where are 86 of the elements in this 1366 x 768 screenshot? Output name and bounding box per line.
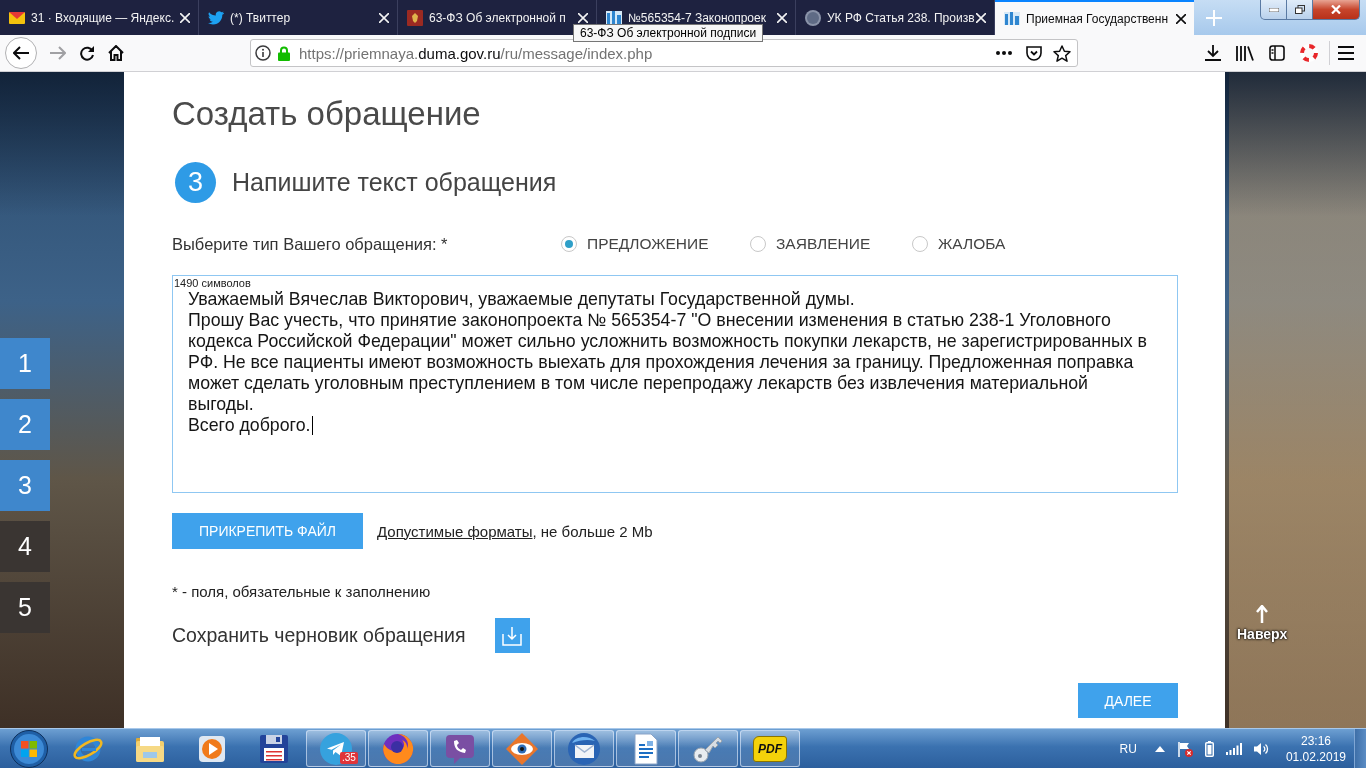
battery-icon[interactable] — [1204, 740, 1214, 757]
radio-label[interactable]: ПРЕДЛОЖЕНИЕ — [587, 231, 709, 257]
size-limit-note: , не больше 2 Mb — [532, 522, 653, 540]
shield-chevron-icon[interactable] — [1026, 45, 1042, 61]
clock-time[interactable]: 23:16 — [1300, 732, 1331, 749]
bird-icon — [208, 10, 224, 25]
step-tab[interactable]: 2 — [0, 399, 50, 450]
restore-icon — [1294, 5, 1305, 14]
library-icon[interactable] — [1236, 45, 1254, 61]
unread-count: .35 — [340, 752, 358, 764]
star-icon[interactable] — [1053, 44, 1071, 62]
browser-tab[interactable]: (*) Твиттер — [199, 0, 398, 35]
text-cursor-icon — [311, 416, 313, 435]
step-tab[interactable]: 3 — [0, 460, 50, 511]
close-icon — [1331, 5, 1341, 14]
flame-globe-icon — [382, 732, 414, 765]
save-draft-button[interactable] — [494, 618, 530, 653]
arrow-up-icon — [1256, 605, 1269, 623]
taskbar-button[interactable] — [616, 730, 676, 767]
formats-link[interactable]: Допустимые форматы — [377, 522, 533, 540]
sidebar-icon[interactable] — [1269, 45, 1285, 61]
taskbar-button[interactable]: PDF — [740, 730, 800, 767]
envelope-icon — [568, 732, 600, 765]
required-note: * - поля, обязательные к заполнению — [172, 582, 432, 602]
more-icon[interactable] — [996, 51, 1012, 55]
arrow-left-icon — [13, 46, 29, 60]
pdf-logo: PDF — [753, 735, 787, 762]
taskbar-button[interactable] — [492, 730, 552, 767]
speaker-icon[interactable] — [1253, 741, 1270, 756]
taskbar-button[interactable] — [554, 730, 614, 767]
step-tab[interactable]: 5 — [0, 582, 50, 633]
field-label: Выберите тип Вашего обращения: * — [172, 234, 449, 255]
message-paragraph: Уважаемый Вячеслав Викторович, уважаемые депутаты Государственной думы. — [188, 289, 855, 309]
minimize-icon — [1268, 7, 1279, 12]
info-icon[interactable] — [255, 45, 271, 61]
close-icon[interactable] — [1176, 13, 1186, 24]
url-text[interactable]: https://priemnaya.duma.gov.ru/ru/message/index.php — [299, 44, 653, 62]
lifebuoy-icon[interactable] — [1300, 44, 1318, 62]
bars-icon — [1004, 12, 1020, 25]
save-draft-label: Сохранить черновик обращения — [172, 624, 466, 647]
radio-button[interactable] — [561, 236, 577, 252]
message-paragraph: Всего доброго. — [188, 415, 311, 435]
flag-icon[interactable] — [1176, 740, 1193, 757]
close-button[interactable] — [1313, 0, 1360, 20]
address-bar[interactable]: https://priemnaya.duma.gov.ru/ru/message/index.php — [250, 39, 1078, 67]
radio-label[interactable]: ЗАЯВЛЕНИЕ — [776, 231, 871, 257]
start-orb-icon[interactable] — [10, 729, 48, 768]
avatar-icon — [805, 9, 821, 26]
taskbar-button[interactable] — [678, 730, 738, 767]
back-to-top-link[interactable]: Наверх — [1237, 605, 1288, 642]
tooltip: 63-ФЗ Об электронной подписи — [573, 24, 764, 42]
taskbar-button[interactable] — [430, 730, 490, 767]
step-number: 3 — [175, 162, 216, 203]
radio-button[interactable] — [912, 236, 928, 252]
clock-date[interactable]: 01.02.2019 — [1285, 748, 1346, 765]
reload-icon[interactable] — [79, 45, 95, 61]
browser-tab[interactable]: УК РФ Статья 238. Произв — [796, 0, 995, 35]
signal-icon[interactable] — [1225, 742, 1242, 755]
eye-icon — [506, 732, 538, 765]
download-icon — [502, 625, 523, 646]
browser-tab[interactable]: 31 · Входящие — Яндекс. — [0, 0, 199, 35]
envelope-icon — [9, 11, 25, 24]
lock-icon[interactable] — [278, 45, 290, 61]
step-title: Напишите текст обращения — [232, 168, 557, 197]
emblem-icon — [407, 9, 423, 26]
home-icon[interactable] — [108, 45, 124, 61]
radio-label[interactable]: ЖАЛОБА — [938, 231, 1006, 257]
taskbar-button[interactable] — [368, 730, 428, 767]
browser-tab[interactable]: Приемная Государственн — [995, 0, 1194, 35]
download-icon[interactable] — [1205, 45, 1221, 61]
minimize-button[interactable] — [1260, 0, 1287, 20]
radio-button[interactable] — [750, 236, 766, 252]
phone-bubble-icon — [444, 732, 476, 765]
language-indicator[interactable]: RU — [1119, 741, 1137, 756]
message-textarea[interactable] — [172, 275, 1178, 493]
message-paragraph: Прошу Вас учесть, что принятие законопроекта № 565354-7 "О внесении изменения в статью 238-1 Уголовного кодекса Российской Федерации" может сильно усложнить возможность покупки лекарств, не зарегистрированных в РФ. Не все пациенты имеют возможность выехать для прохождения лечения за границу. Предложенная поправка может сделать уголовным преступлением в том числе перепродажу лекарств без извлечения материальной выгоды. — [188, 310, 1147, 414]
character-counter: 1490 символов — [174, 277, 252, 289]
step-tab[interactable]: 1 — [0, 338, 50, 389]
back-button[interactable] — [5, 37, 37, 69]
caret-up-icon[interactable] — [1154, 745, 1165, 752]
restore-button[interactable] — [1287, 0, 1313, 20]
step-tab[interactable]: 4 — [0, 521, 50, 572]
taskbar-button[interactable]: .35 — [306, 730, 366, 767]
menu-icon[interactable] — [1338, 46, 1354, 60]
page-title: Создать обращение — [172, 94, 482, 134]
bars-icon — [606, 11, 622, 24]
